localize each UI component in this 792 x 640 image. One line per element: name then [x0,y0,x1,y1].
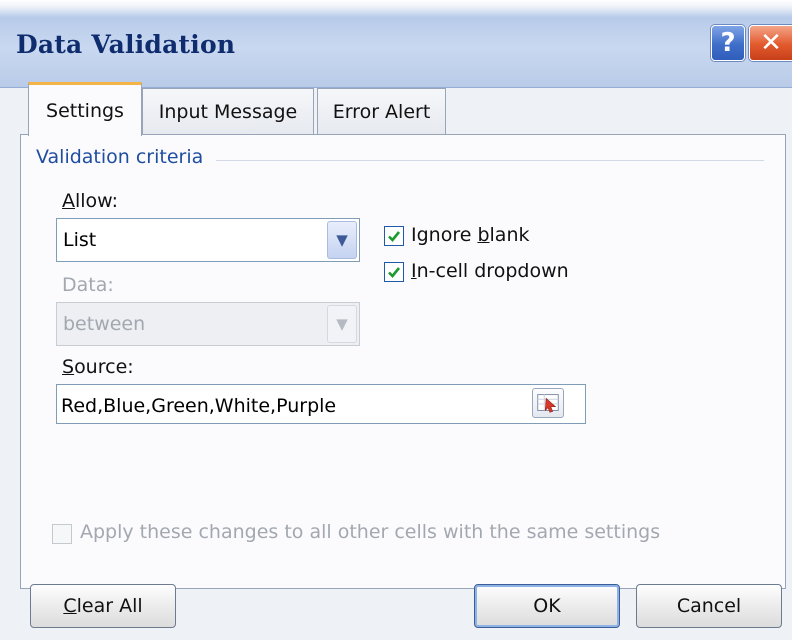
help-button[interactable]: ? [711,25,745,61]
data-label: Data: [62,274,114,296]
range-select-icon [537,394,559,413]
allow-dropdown[interactable]: List ▼ [56,218,360,262]
allow-value: List [63,229,97,251]
apply-all-checkbox [52,524,72,544]
clear-all-button[interactable]: Clear All [30,584,176,628]
ignore-blank-label: Ignore blank [411,224,530,246]
chevron-down-icon[interactable]: ▼ [327,221,357,259]
close-icon: ✕ [760,28,782,58]
tab-input-message-label: Input Message [158,100,298,123]
tab-settings[interactable]: Settings [28,82,142,136]
source-value: Red,Blue,Green,White,Purple [61,395,337,417]
validation-criteria-label: Validation criteria [36,146,212,168]
ignore-blank-checkbox[interactable] [384,226,404,246]
tab-error-alert[interactable]: Error Alert [317,88,446,134]
checkmark-icon [388,231,401,242]
dialog-title: Data Validation [16,30,236,59]
group-divider [216,160,764,161]
apply-all-label: Apply these changes to all other cells w… [80,521,661,543]
data-value: between [63,313,146,335]
tab-settings-label: Settings [46,99,124,122]
source-label: Source: [62,356,134,378]
tab-input-message[interactable]: Input Message [142,88,314,134]
allow-label: Allow: [62,190,119,212]
range-selector-button[interactable] [532,388,564,418]
close-button[interactable]: ✕ [749,25,792,61]
cancel-label: Cancel [676,595,742,617]
source-input[interactable]: Red,Blue,Green,White,Purple [56,384,586,424]
in-cell-dropdown-label: In-cell dropdown [411,260,569,282]
data-dropdown: between ▼ [56,302,360,346]
ok-button[interactable]: OK [474,584,620,628]
clear-all-label: Clear All [63,595,143,617]
checkmark-icon [388,267,401,278]
in-cell-dropdown-checkbox[interactable] [384,262,404,282]
tab-error-alert-label: Error Alert [332,100,431,123]
help-icon: ? [720,28,736,58]
chevron-down-icon: ▼ [327,305,357,343]
ok-label: OK [533,595,561,617]
cancel-button[interactable]: Cancel [636,584,782,628]
